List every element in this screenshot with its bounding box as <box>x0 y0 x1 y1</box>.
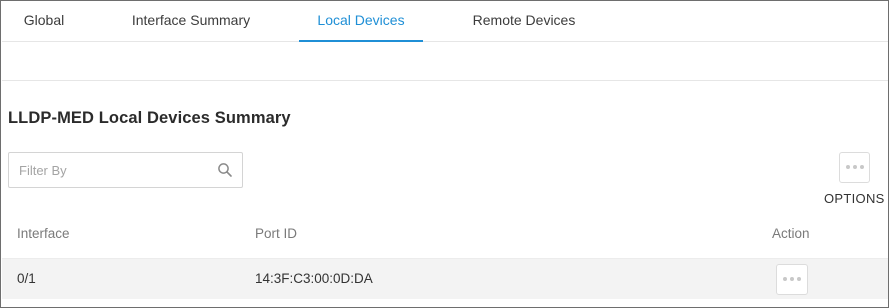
column-header-port-id: Port ID <box>255 226 298 241</box>
tab-local-devices[interactable]: Local Devices <box>299 2 423 42</box>
tab-global[interactable]: Global <box>4 2 84 42</box>
cell-port-id: 14:3F:C3:00:0D:DA <box>255 271 373 286</box>
section-divider <box>2 80 888 81</box>
column-header-action: Action <box>772 226 810 241</box>
tab-remote-devices[interactable]: Remote Devices <box>454 2 594 42</box>
filter-input[interactable] <box>9 153 209 187</box>
tab-bar: Global Interface Summary Local Devices R… <box>2 2 888 42</box>
table-row[interactable]: 0/1 14:3F:C3:00:0D:DA <box>2 258 888 299</box>
page-title: LLDP-MED Local Devices Summary <box>8 109 291 127</box>
more-dots-icon <box>840 165 869 169</box>
options-label[interactable]: OPTIONS <box>824 191 885 206</box>
filter-field[interactable] <box>8 152 243 188</box>
column-header-interface: Interface <box>17 226 70 241</box>
search-icon[interactable] <box>217 162 233 178</box>
more-dots-icon <box>777 277 807 281</box>
cell-interface: 0/1 <box>17 271 36 286</box>
app-frame: Global Interface Summary Local Devices R… <box>0 0 889 308</box>
tab-interface-summary[interactable]: Interface Summary <box>110 2 272 42</box>
row-action-button[interactable] <box>776 264 808 295</box>
options-button[interactable] <box>839 152 870 183</box>
